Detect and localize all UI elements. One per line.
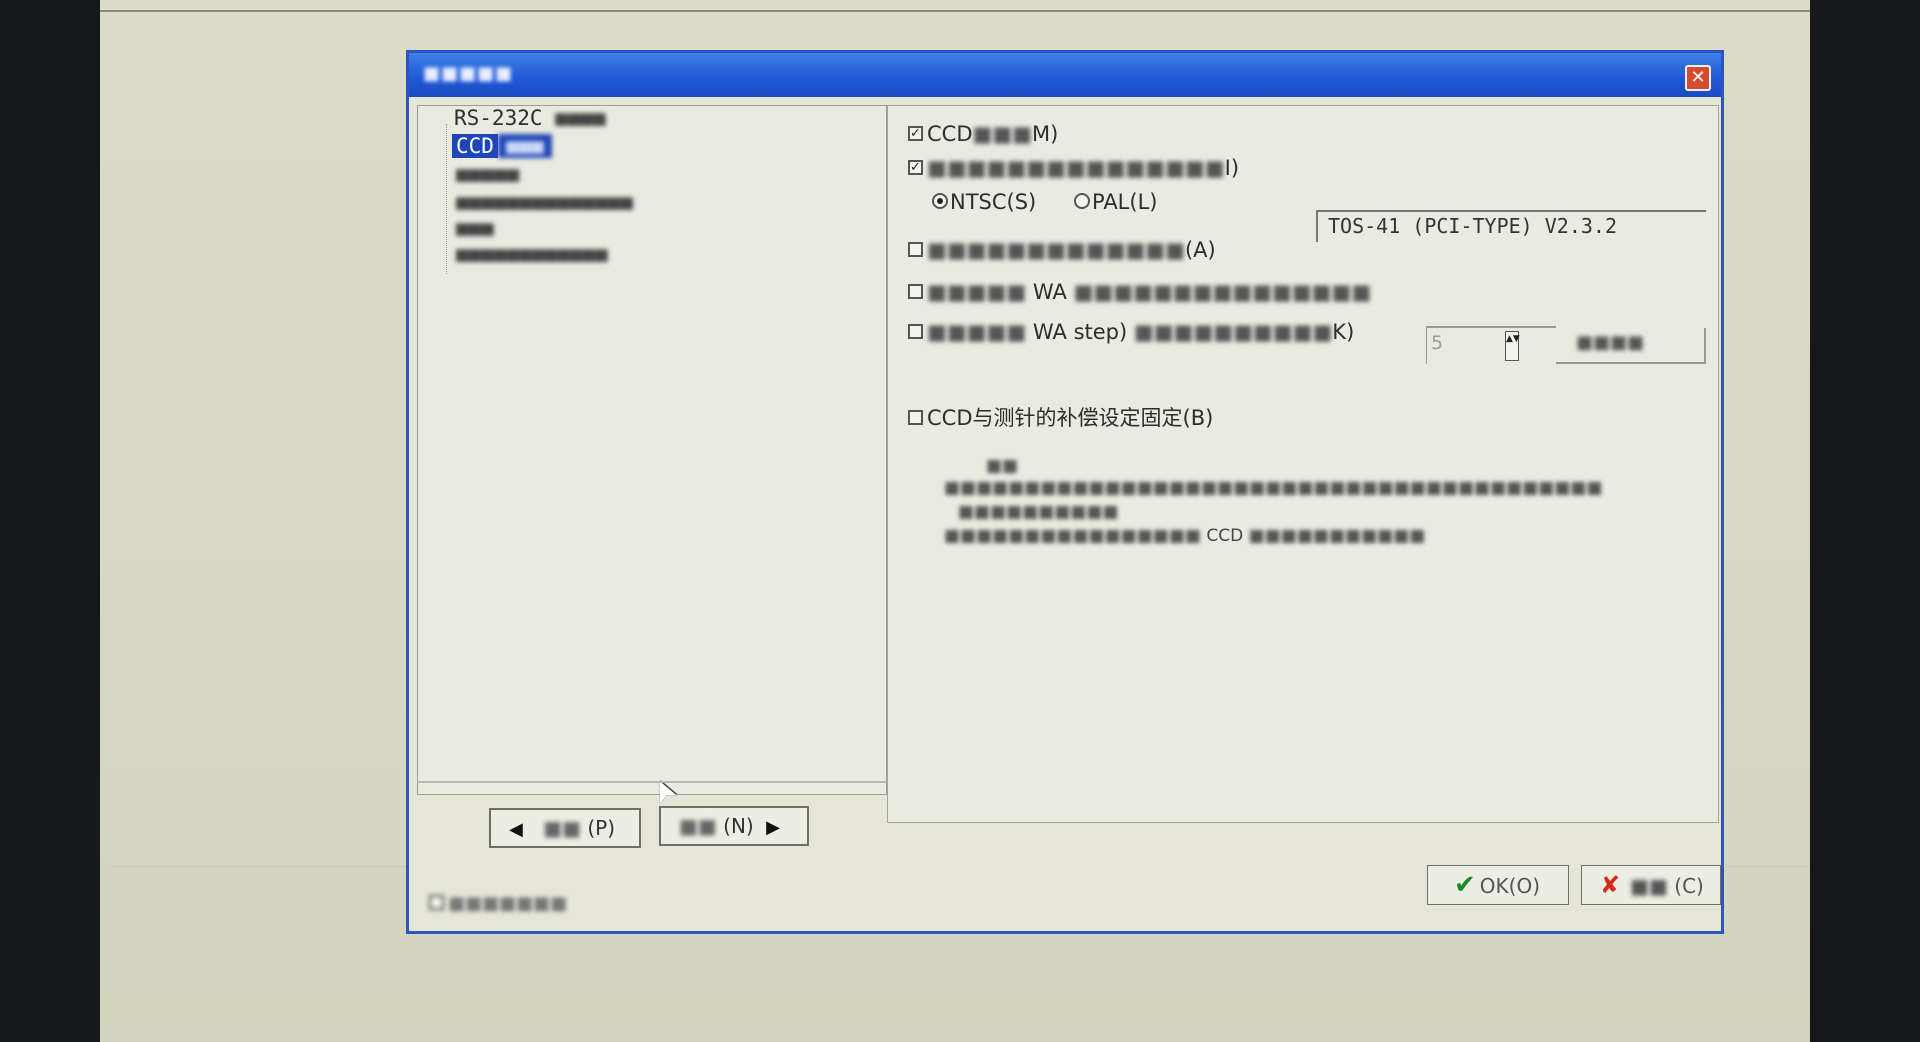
checkbox-empty-icon [429,894,444,910]
capture-card-shortcut: I) [1224,156,1240,180]
pal-label: PAL(L) [1092,190,1158,214]
tree-item-label: ■■■■■■■■■■■■ [456,242,608,266]
description-line-4-suffix: ■■■■■■■■■■■ [1248,526,1426,546]
arrow-right-icon: ▶ [766,817,780,838]
option-step-shortcut: K) [1332,320,1355,344]
option-step-label: WA step) [1032,320,1128,344]
tree-item-label: ■■■ [456,216,494,240]
mouse-pointer-glyph: ➤ [643,772,686,811]
stepper-value: 5 [1431,332,1444,354]
option-a-label: ■■■■■■■■■■■■■ [927,238,1185,262]
prev-label: ■■ [543,816,581,840]
monitor-screen: ■■■■■ ✕ RS-232C ■■■■ CCD ■■■ ■■■■■ ■■■■■■… [100,0,1810,1042]
next-label: ■■ [679,814,717,838]
arrow-left-icon: ◀ [509,819,523,840]
card-version-field: TOS-41 (PCI-TYPE) V2.3.2 [1316,210,1706,242]
next-button[interactable]: ■■ (N) ▶ [659,806,809,846]
nav-divider [417,781,887,783]
settings-dialog: ■■■■■ ✕ RS-232C ■■■■ CCD ■■■ ■■■■■ ■■■■■■… [406,50,1724,934]
option-a-shortcut: (A) [1184,238,1216,262]
cancel-button[interactable]: ✘ ■■ (C) [1581,865,1721,905]
radio-unselected-icon [1074,193,1090,209]
unit-field: ■■■■ [1556,328,1706,364]
ccd-label: CCD [927,122,973,146]
tree-item-label: RS-232C [454,106,543,130]
option-wa-checkbox[interactable]: ■■■■■ WA ■■■■■■■■■■■■■■■ [908,280,1371,304]
radio-selected-icon [932,193,948,209]
tree-item-6[interactable]: ■■■■■■■■■■■■ [456,242,608,266]
ok-label: OK(O) [1479,874,1541,898]
cancel-shortcut: (C) [1674,874,1704,898]
checkbox-empty-icon [908,241,923,257]
pal-radio[interactable]: PAL(L) [1074,190,1157,214]
mouse-pointer-icon: ➤ [643,773,685,811]
background-window-edge [100,10,1810,12]
fix-compensation-checkbox[interactable]: CCD与测针的补偿设定固定(B) [908,402,1213,432]
next-shortcut: (N) [723,814,754,838]
footer-checkbox[interactable]: ■■■■■■■ [429,893,567,914]
category-tree: RS-232C ■■■■ CCD ■■■ ■■■■■ ■■■■■■■■■■■■■■… [417,105,887,810]
unit-label: ■■■■ [1576,332,1645,353]
cross-icon: ✘ [1600,871,1621,899]
description-line-4-prefix: ■■■■■■■■■■■■■■■■ [944,526,1201,546]
ccd-label-blurred: ■■■ [972,122,1033,146]
fix-compensation-label: CCD与测针的补偿设定固定(B) [927,406,1214,430]
description-ccd-text: CCD [1206,526,1244,546]
capture-card-checkbox[interactable]: ✓ ■■■■■■■■■■■■■■■I) [908,156,1239,180]
dialog-title: ■■■■■ [423,63,514,84]
ntsc-radio[interactable]: NTSC(S) [932,190,1036,214]
prev-shortcut: (P) [587,816,616,840]
tree-item-suffix: ■■■ [497,134,552,158]
check-icon: ✓ [908,125,923,141]
option-step-label-prefix: ■■■■■ [927,320,1027,344]
tree-item-suffix: ■■■■ [555,106,606,130]
prev-button[interactable]: ◀ ■■ (P) [489,808,641,848]
tree-item-label: ■■■■■■■■■■■■■■ [456,190,634,214]
tree-connector-line [446,124,448,274]
checkbox-empty-icon [908,409,923,425]
description-line-3: ■■■■■■■■■■ [958,502,1119,522]
tree-item-label: CCD [452,134,498,158]
dialog-titlebar[interactable]: ■■■■■ ✕ [409,53,1721,97]
wa-count-stepper[interactable]: 5 ▲▼ [1426,326,1556,364]
checkbox-empty-icon [908,283,923,299]
cancel-label: ■■ [1630,874,1668,898]
ccd-shortcut: M) [1032,122,1059,146]
option-step-checkbox[interactable]: ■■■■■ WA step) ■■■■■■■■■■K) [908,320,1354,344]
footer-checkbox-label: ■■■■■■■ [448,893,568,914]
tree-item-4[interactable]: ■■■■■■■■■■■■■■ [456,190,633,214]
tree-item-3[interactable]: ■■■■■ [456,162,519,186]
close-button[interactable]: ✕ [1685,65,1711,91]
option-a-checkbox[interactable]: ■■■■■■■■■■■■■(A) [908,238,1216,262]
tree-item-5[interactable]: ■■■ [456,216,494,240]
ccd-settings-panel: ✓ CCD■■■M) ✓ ■■■■■■■■■■■■■■■I) TOS-41 (PCI… [887,105,1719,823]
description-line-1: ■■ [986,456,1019,476]
tree-item-rs232c[interactable]: RS-232C ■■■■ [454,106,606,130]
option-step-label-suffix: ■■■■■■■■■■ [1133,320,1333,344]
spin-arrows-icon[interactable]: ▲▼ [1505,331,1520,361]
description-line-4: ■■■■■■■■■■■■■■■■ CCD ■■■■■■■■■■■ [944,526,1425,546]
check-icon: ✓ [908,159,923,175]
tree-item-ccd[interactable]: CCD ■■■ [452,134,552,158]
ccd-enable-checkbox[interactable]: ✓ CCD■■■M) [908,122,1058,146]
ntsc-label: NTSC(S) [950,190,1037,214]
ok-button[interactable]: ✔ OK(O) [1427,865,1569,905]
close-icon: ✕ [1690,67,1706,88]
capture-card-label: ■■■■■■■■■■■■■■■ [927,156,1225,180]
checkbox-empty-icon [908,323,923,339]
option-wa-label-suffix: ■■■■■■■■■■■■■■■ [1073,280,1372,304]
option-wa-label-prefix: ■■■■■ [927,280,1027,304]
checkmark-icon: ✔ [1454,870,1476,900]
option-wa-label: WA [1032,280,1067,304]
description-line-2: ■■■■■■■■■■■■■■■■■■■■■■■■■■■■■■■■■■■■■■■■… [944,478,1603,498]
tree-item-label: ■■■■■ [456,162,520,186]
